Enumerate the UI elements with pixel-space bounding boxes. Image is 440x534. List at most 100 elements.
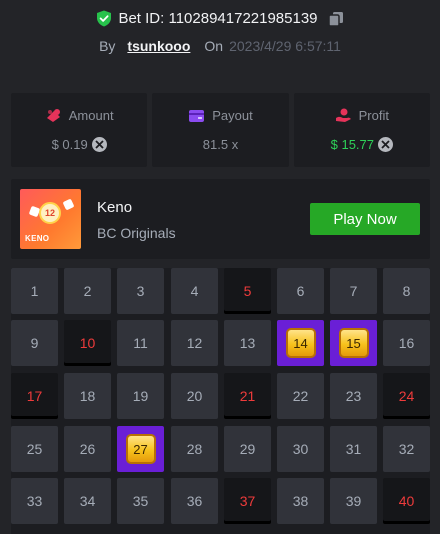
keno-cell-32[interactable]: 32 bbox=[383, 426, 430, 472]
cell-number: 39 bbox=[345, 493, 362, 509]
keno-cell-15[interactable]: 15 bbox=[330, 320, 377, 366]
cell-number: 11 bbox=[133, 335, 148, 351]
cell-number: 18 bbox=[79, 388, 96, 404]
keno-cell-23[interactable]: 23 bbox=[330, 373, 377, 419]
keno-cell-25[interactable]: 25 bbox=[11, 426, 58, 472]
username-link[interactable]: tsunkooo bbox=[127, 38, 190, 54]
keno-cell-40[interactable]: 40 bbox=[383, 478, 430, 524]
keno-cell-1[interactable]: 1 bbox=[11, 268, 58, 314]
game-card: 12 KENO Keno BC Originals Play Now bbox=[11, 179, 430, 259]
cell-number: 4 bbox=[190, 283, 199, 299]
keno-cell-4[interactable]: 4 bbox=[171, 268, 218, 314]
payout-stat: Payout 81.5 x bbox=[152, 93, 289, 167]
keno-ball-icon: 12 bbox=[39, 202, 61, 224]
by-row: By tsunkooo On 2023/4/29 6:57:11 bbox=[0, 38, 440, 54]
cell-number: 38 bbox=[292, 493, 309, 509]
keno-cell-7[interactable]: 7 bbox=[330, 268, 377, 314]
play-now-button[interactable]: Play Now bbox=[310, 203, 420, 235]
keno-cell-9[interactable]: 9 bbox=[11, 320, 58, 366]
keno-cell-3[interactable]: 3 bbox=[117, 268, 164, 314]
currency-icon bbox=[91, 137, 107, 152]
keno-cell-14[interactable]: 14 bbox=[277, 320, 324, 366]
keno-cell-20[interactable]: 20 bbox=[171, 373, 218, 419]
cell-number: 29 bbox=[239, 441, 256, 457]
keno-cell-10[interactable]: 10 bbox=[64, 320, 111, 366]
keno-thumbnail[interactable]: 12 KENO bbox=[20, 189, 81, 249]
cell-number: 7 bbox=[349, 283, 358, 299]
gem-icon: 14 bbox=[285, 328, 316, 358]
cell-number: 31 bbox=[345, 441, 362, 457]
keno-cell-30[interactable]: 30 bbox=[277, 426, 324, 472]
cell-number: 30 bbox=[292, 441, 309, 457]
cell-number: 10 bbox=[79, 335, 96, 351]
stats-panel: Amount $ 0.19 Payout 81.5 x Profit $ 15.… bbox=[11, 93, 430, 167]
cell-number: 20 bbox=[186, 388, 203, 404]
shield-check-icon bbox=[97, 10, 112, 27]
hand-coin-icon bbox=[335, 108, 351, 122]
keno-cell-6[interactable]: 6 bbox=[277, 268, 324, 314]
keno-cell-12[interactable]: 12 bbox=[171, 320, 218, 366]
keno-cell-2[interactable]: 2 bbox=[64, 268, 111, 314]
keno-cell-33[interactable]: 33 bbox=[11, 478, 58, 524]
wallet-icon bbox=[189, 110, 205, 122]
keno-cell-24[interactable]: 24 bbox=[383, 373, 430, 419]
bet-id-text: Bet ID: 110289417221985139 bbox=[118, 10, 318, 27]
cell-number: 6 bbox=[296, 283, 305, 299]
coins-icon bbox=[46, 109, 60, 122]
gem-icon: 27 bbox=[125, 434, 156, 464]
keno-cell-27[interactable]: 27 bbox=[117, 426, 164, 472]
cell-number: 36 bbox=[186, 493, 203, 509]
bet-header: Bet ID: 110289417221985139 By tsunkooo O… bbox=[0, 0, 440, 72]
keno-cell-16[interactable]: 16 bbox=[383, 320, 430, 366]
keno-cell-8[interactable]: 8 bbox=[383, 268, 430, 314]
keno-cell-18[interactable]: 18 bbox=[64, 373, 111, 419]
cell-number: 40 bbox=[398, 493, 415, 509]
keno-cell-11[interactable]: 11 bbox=[117, 320, 164, 366]
keno-cell-26[interactable]: 26 bbox=[64, 426, 111, 472]
keno-cell-39[interactable]: 39 bbox=[330, 478, 377, 524]
cell-number: 16 bbox=[398, 335, 415, 351]
keno-cell-13[interactable]: 13 bbox=[224, 320, 271, 366]
cell-number: 35 bbox=[132, 493, 149, 509]
cell-number: 26 bbox=[79, 441, 96, 457]
cell-number: 5 bbox=[243, 283, 252, 299]
cell-number: 9 bbox=[30, 335, 39, 351]
keno-cell-19[interactable]: 19 bbox=[117, 373, 164, 419]
keno-cell-36[interactable]: 36 bbox=[171, 478, 218, 524]
on-label: On bbox=[204, 38, 224, 54]
cell-number: 8 bbox=[402, 283, 411, 299]
bet-date: 2023/4/29 6:57:11 bbox=[229, 38, 341, 54]
cell-number: 32 bbox=[398, 441, 415, 457]
cell-number: 19 bbox=[132, 388, 149, 404]
cell-number: 2 bbox=[83, 283, 92, 299]
keno-cell-21[interactable]: 21 bbox=[224, 373, 271, 419]
amount-value: $ 0.19 bbox=[51, 137, 88, 152]
payout-value: 81.5 x bbox=[202, 137, 239, 152]
cell-number: 13 bbox=[239, 335, 256, 351]
by-label: By bbox=[99, 38, 116, 54]
keno-cell-35[interactable]: 35 bbox=[117, 478, 164, 524]
copy-icon[interactable] bbox=[327, 11, 344, 27]
keno-cell-5[interactable]: 5 bbox=[224, 268, 271, 314]
game-title: Keno bbox=[97, 199, 133, 216]
cell-number: 37 bbox=[239, 493, 256, 509]
profit-label: Profit bbox=[358, 108, 389, 123]
thumbnail-label: KENO bbox=[25, 234, 50, 243]
keno-cell-17[interactable]: 17 bbox=[11, 373, 58, 419]
cell-number: 12 bbox=[186, 335, 203, 351]
keno-cell-28[interactable]: 28 bbox=[171, 426, 218, 472]
bet-id-row: Bet ID: 110289417221985139 bbox=[0, 10, 440, 27]
cell-number: 21 bbox=[239, 388, 256, 404]
keno-cell-29[interactable]: 29 bbox=[224, 426, 271, 472]
currency-icon bbox=[378, 137, 393, 152]
keno-cell-31[interactable]: 31 bbox=[330, 426, 377, 472]
keno-cell-34[interactable]: 34 bbox=[64, 478, 111, 524]
keno-cell-37[interactable]: 37 bbox=[224, 478, 271, 524]
game-subtitle: BC Originals bbox=[97, 225, 176, 241]
profit-value: $ 15.77 bbox=[330, 137, 374, 152]
cell-number: 33 bbox=[26, 493, 43, 509]
keno-cell-22[interactable]: 22 bbox=[277, 373, 324, 419]
keno-cell-38[interactable]: 38 bbox=[277, 478, 324, 524]
amount-label: Amount bbox=[68, 108, 114, 123]
cell-number: 34 bbox=[79, 493, 96, 509]
